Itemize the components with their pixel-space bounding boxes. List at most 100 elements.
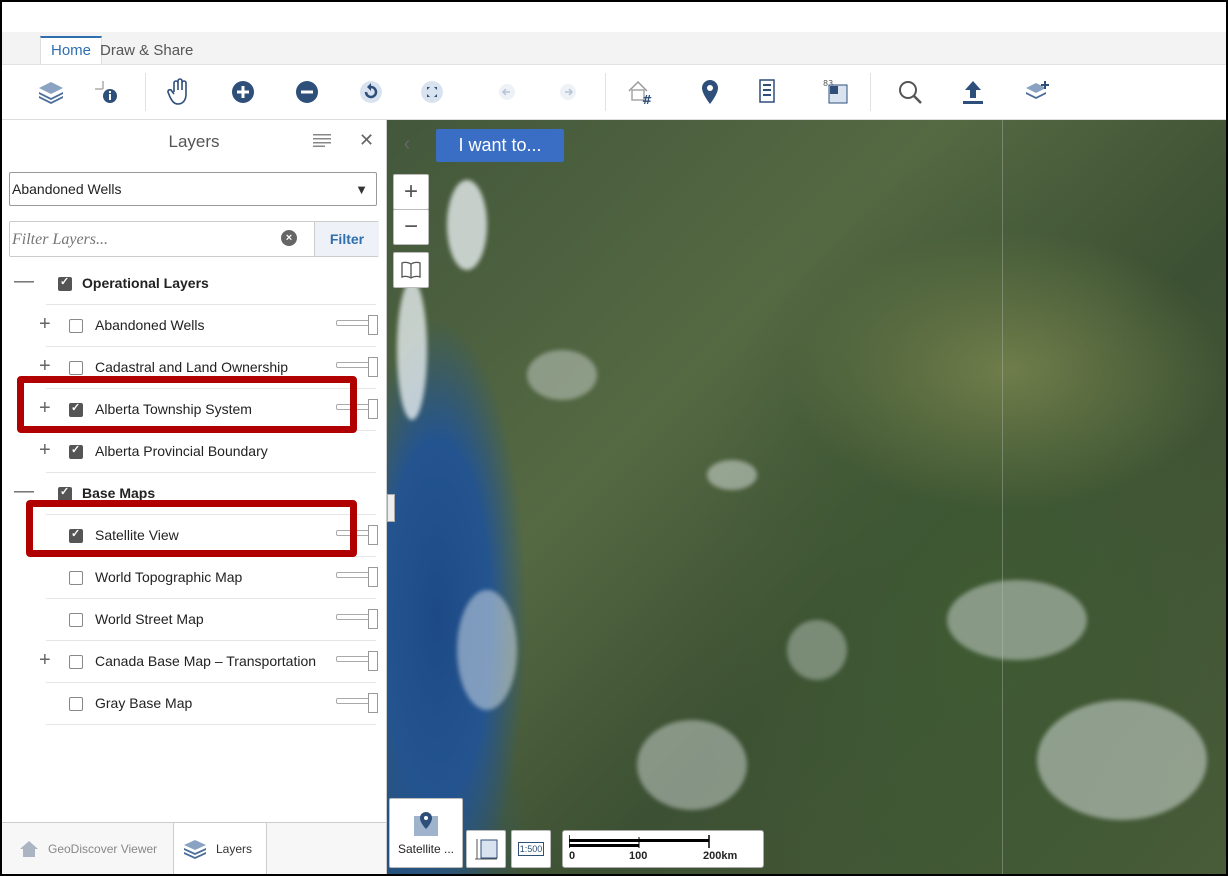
tab-draw-share[interactable]: Draw & Share — [90, 38, 203, 64]
ribbon-tabs: Home Draw & Share — [2, 32, 1226, 65]
layer-label: Cadastral and Land Ownership — [95, 359, 289, 375]
layer-checkbox[interactable] — [69, 361, 83, 375]
highlight-box — [17, 376, 357, 433]
layer-checkbox[interactable] — [69, 571, 83, 585]
collapse-icon[interactable]: — — [14, 270, 34, 293]
layer-select[interactable]: Abandoned Wells ▼ — [9, 172, 377, 206]
group-operational-layers[interactable]: — Operational Layers — [2, 263, 386, 305]
expand-icon[interactable]: + — [39, 439, 51, 462]
upload-icon[interactable] — [957, 76, 989, 108]
coordinate-icon[interactable]: 83 — [819, 76, 851, 108]
opacity-slider[interactable] — [336, 320, 372, 326]
layer-row[interactable]: World Street Map — [2, 599, 386, 641]
expand-icon[interactable]: + — [39, 313, 51, 336]
scale-ratio-button[interactable]: 1:500 — [511, 830, 551, 868]
layer-label: World Street Map — [95, 611, 204, 627]
svg-text:#: # — [642, 93, 652, 106]
panel-bottom-tabs: GeoDiscover Viewer Layers — [2, 822, 386, 874]
opacity-slider[interactable] — [336, 614, 372, 620]
report-icon[interactable] — [751, 76, 783, 108]
filter-button[interactable]: Filter — [314, 222, 379, 256]
layer-row[interactable]: + Alberta Provincial Boundary — [2, 431, 386, 473]
layer-checkbox[interactable] — [69, 697, 83, 711]
layer-row[interactable]: + Abandoned Wells — [2, 305, 386, 347]
add-layer-icon[interactable] — [1022, 76, 1054, 108]
scale-ratio-label: 1:500 — [517, 842, 545, 856]
opacity-slider[interactable] — [336, 572, 372, 578]
layer-row[interactable]: World Topographic Map — [2, 557, 386, 599]
basemap-switcher[interactable]: Satellite ... — [389, 798, 463, 868]
measure-grid-icon[interactable] — [466, 830, 506, 868]
clear-icon[interactable]: × — [281, 230, 297, 246]
tab-layers[interactable]: Layers — [173, 823, 267, 874]
collapse-panel-button[interactable]: ‹ — [394, 126, 420, 162]
group-checkbox[interactable] — [58, 275, 72, 291]
search-icon[interactable] — [894, 76, 926, 108]
layer-checkbox[interactable] — [69, 319, 83, 333]
refresh-icon[interactable] — [355, 76, 387, 108]
layer-checkbox[interactable] — [69, 443, 83, 459]
filter-input[interactable] — [10, 222, 314, 258]
scale-label-0: 0 — [569, 850, 576, 862]
group-checkbox[interactable] — [58, 485, 72, 501]
basemap-icon — [414, 812, 438, 836]
panel-resize-handle[interactable] — [387, 494, 395, 522]
menu-icon[interactable] — [313, 133, 331, 151]
slider-handle[interactable] — [368, 525, 378, 545]
slider-handle[interactable] — [368, 357, 378, 377]
layers-icon — [184, 840, 206, 859]
layer-label: Canada Base Map – Transportation — [95, 653, 317, 669]
layers-panel: Layers ✕ Abandoned Wells ▼ × Filter — Op… — [2, 120, 387, 874]
layers-icon[interactable] — [35, 76, 67, 108]
layer-row[interactable]: + Canada Base Map – Transportation — [2, 641, 386, 683]
expand-icon[interactable]: + — [39, 649, 51, 672]
next-extent-icon[interactable] — [552, 76, 584, 108]
full-extent-icon[interactable] — [416, 76, 448, 108]
group-label: Operational Layers — [82, 275, 209, 291]
layer-checkbox[interactable] — [69, 655, 83, 669]
basemap-label: Satellite ... — [397, 842, 455, 856]
slider-handle[interactable] — [368, 693, 378, 713]
map-zoom-in-button[interactable]: + — [393, 174, 429, 210]
layer-label: Gray Base Map — [95, 695, 193, 711]
previous-extent-icon[interactable] — [491, 76, 523, 108]
slider-handle[interactable] — [368, 651, 378, 671]
pan-hand-icon[interactable] — [163, 76, 195, 108]
opacity-slider[interactable] — [336, 362, 372, 368]
map-zoom-out-button[interactable]: − — [393, 209, 429, 245]
scale-label-100: 100 — [629, 850, 648, 862]
filter-box: × Filter — [9, 221, 379, 258]
zoom-out-icon[interactable] — [291, 76, 323, 108]
toolbar: # 83 — [2, 65, 1226, 120]
slider-handle[interactable] — [368, 399, 378, 419]
scale-label-200km: 200km — [703, 850, 738, 862]
expand-icon[interactable]: + — [39, 355, 51, 378]
tab-geodiscover-viewer[interactable]: GeoDiscover Viewer — [2, 823, 172, 874]
i-want-to-button[interactable]: I want to... — [436, 129, 564, 162]
opacity-slider[interactable] — [336, 656, 372, 662]
location-pin-icon[interactable] — [694, 76, 726, 108]
layer-checkbox[interactable] — [69, 613, 83, 627]
scale-bar: 0 100 200km — [562, 830, 764, 868]
slider-handle[interactable] — [368, 609, 378, 629]
tab-label: Layers — [216, 842, 253, 856]
layer-row[interactable]: Gray Base Map — [2, 683, 386, 725]
app-window: Home Draw & Share # 83 Layers ✕ Abandone… — [0, 0, 1228, 876]
home-grid-icon[interactable]: # — [624, 76, 656, 108]
layer-label: Abandoned Wells — [95, 317, 205, 333]
home-icon — [20, 841, 38, 857]
map-view[interactable] — [387, 120, 1226, 874]
chevron-down-icon: ▼ — [355, 182, 368, 197]
slider-handle[interactable] — [368, 315, 378, 335]
layer-label: World Topographic Map — [95, 569, 243, 585]
zoom-in-icon[interactable] — [227, 76, 259, 108]
tab-label: GeoDiscover Viewer — [48, 842, 158, 856]
identify-icon[interactable] — [90, 76, 122, 108]
close-icon[interactable]: ✕ — [359, 130, 374, 151]
slider-handle[interactable] — [368, 567, 378, 587]
bookmark-book-icon[interactable] — [393, 252, 429, 288]
group-label: Base Maps — [82, 485, 156, 501]
layer-select-value: Abandoned Wells — [12, 181, 122, 197]
opacity-slider[interactable] — [336, 698, 372, 704]
highlight-box — [26, 500, 357, 557]
